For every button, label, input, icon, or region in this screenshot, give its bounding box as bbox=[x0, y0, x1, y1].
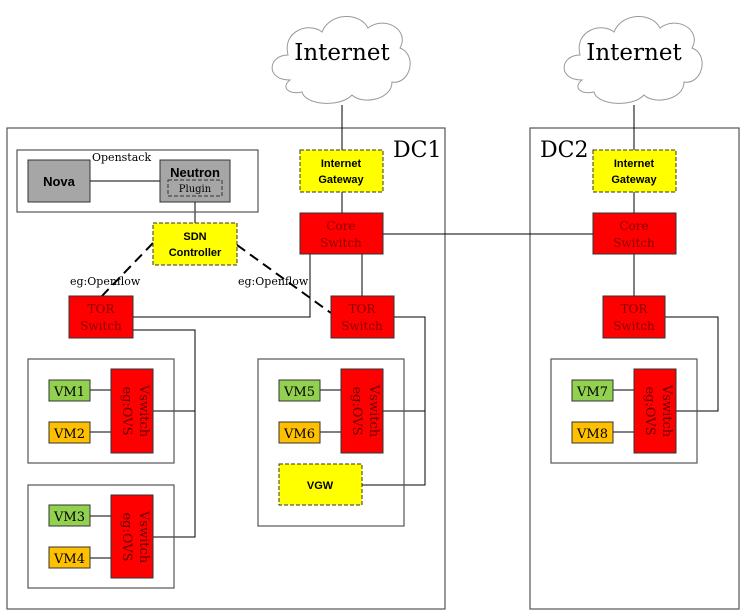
core-switch-label: Core bbox=[326, 219, 355, 233]
gateway-label: Internet bbox=[321, 158, 362, 170]
core-switch-label: Core bbox=[619, 219, 648, 233]
vm-label: VM7 bbox=[576, 385, 608, 400]
vswitch-3[interactable]: Vswitch eg:OVS bbox=[340, 368, 384, 454]
openstack-label: Openstack bbox=[92, 151, 151, 164]
dc2-label: DC2 bbox=[540, 138, 588, 163]
vm-label: VM8 bbox=[576, 427, 608, 442]
vswitch-label: eg:OVS bbox=[642, 386, 657, 435]
vswitch-label: eg:OVS bbox=[349, 386, 364, 435]
vm-label: VM5 bbox=[283, 385, 315, 400]
tor-label: TOR bbox=[621, 302, 649, 316]
vswitch-label: Vswitch bbox=[366, 384, 381, 438]
internet-cloud-dc1: Internet bbox=[271, 16, 411, 104]
vgw-label: VGW bbox=[307, 480, 334, 492]
vswitch-label: eg:OVS bbox=[119, 512, 134, 561]
tor-label: Switch bbox=[80, 319, 122, 333]
tor-label: Switch bbox=[341, 319, 383, 333]
dc1-label: DC1 bbox=[393, 138, 441, 163]
vswitch-label: eg:OVS bbox=[119, 386, 134, 435]
tor-label: TOR bbox=[88, 302, 116, 316]
vswitch-label: Vswitch bbox=[136, 510, 151, 564]
vswitch-1[interactable]: Vswitch eg:OVS bbox=[110, 368, 154, 454]
neutron-label: Neutron bbox=[170, 165, 220, 180]
network-diagram: Internet Internet DC1 DC2 Openstack Nova… bbox=[6, 16, 740, 610]
sdn-label-line1: SDN bbox=[183, 231, 206, 243]
sdn-label-line2: Controller bbox=[169, 247, 222, 259]
vm-label: VM4 bbox=[53, 552, 85, 567]
vm-label: VM2 bbox=[53, 427, 85, 442]
gateway-label: Gateway bbox=[611, 174, 657, 186]
openflow-label: eg:Openflow bbox=[70, 275, 141, 288]
vswitch-2[interactable]: Vswitch eg:OVS bbox=[110, 494, 154, 579]
plugin-label: Plugin bbox=[179, 184, 212, 195]
vswitch-4[interactable]: Vswitch eg:OVS bbox=[633, 368, 677, 454]
vm-label: VM1 bbox=[53, 385, 85, 400]
gateway-label: Gateway bbox=[318, 174, 364, 186]
vm-label: VM3 bbox=[53, 510, 85, 525]
core-switch-label: Switch bbox=[613, 236, 655, 250]
tor-label: Switch bbox=[613, 319, 655, 333]
gateway-label: Internet bbox=[614, 158, 655, 170]
cloud-label: Internet bbox=[294, 40, 390, 66]
nova-label: Nova bbox=[43, 174, 76, 189]
openflow-label: eg:Openflow bbox=[238, 275, 309, 288]
vswitch-label: Vswitch bbox=[659, 384, 674, 438]
internet-cloud-dc2: Internet bbox=[563, 16, 703, 104]
cloud-label: Internet bbox=[586, 40, 682, 66]
vswitch-label: Vswitch bbox=[136, 384, 151, 438]
tor-label: TOR bbox=[349, 302, 377, 316]
vm-label: VM6 bbox=[283, 427, 315, 442]
core-switch-label: Switch bbox=[320, 236, 362, 250]
